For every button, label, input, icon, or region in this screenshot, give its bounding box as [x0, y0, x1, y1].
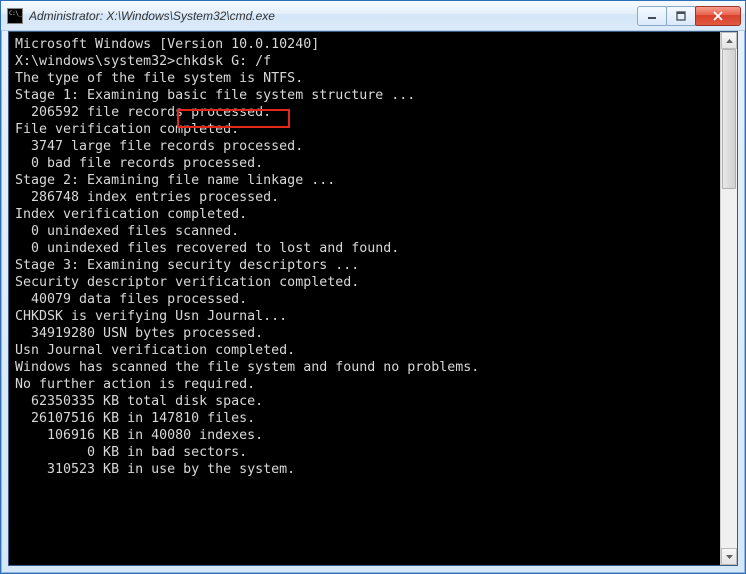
terminal-line: Usn Journal verification completed.: [15, 342, 714, 359]
chevron-up-icon: [726, 39, 733, 43]
title-bar[interactable]: Administrator: X:\Windows\System32\cmd.e…: [1, 1, 745, 31]
terminal-line: 62350335 KB total disk space.: [15, 393, 714, 410]
cmd-icon: [7, 8, 23, 24]
maximize-button[interactable]: [666, 6, 696, 26]
terminal-line: Stage 1: Examining basic file system str…: [15, 87, 714, 104]
scroll-down-button[interactable]: [721, 548, 737, 565]
scrollbar-thumb[interactable]: [722, 49, 736, 189]
terminal-line: 40079 data files processed.: [15, 291, 714, 308]
terminal-line: Stage 2: Examining file name linkage ...: [15, 172, 714, 189]
terminal-line: 26107516 KB in 147810 files.: [15, 410, 714, 427]
terminal-line: 206592 file records processed.: [15, 104, 714, 121]
terminal-output[interactable]: Microsoft Windows [Version 10.0.10240]X:…: [9, 32, 720, 565]
terminal-line: 0 unindexed files scanned.: [15, 223, 714, 240]
vertical-scrollbar[interactable]: [720, 32, 737, 565]
terminal-line: 0 bad file records processed.: [15, 155, 714, 172]
terminal-line: 0 KB in bad sectors.: [15, 444, 714, 461]
window-controls: [638, 6, 741, 26]
terminal-line: Microsoft Windows [Version 10.0.10240]: [15, 36, 714, 53]
terminal-line: No further action is required.: [15, 376, 714, 393]
client-area: Microsoft Windows [Version 10.0.10240]X:…: [8, 31, 738, 566]
minimize-icon: [647, 11, 657, 21]
maximize-icon: [676, 11, 686, 21]
cmd-window: Administrator: X:\Windows\System32\cmd.e…: [0, 0, 746, 574]
terminal-line: 3747 large file records processed.: [15, 138, 714, 155]
terminal-line: X:\windows\system32>chkdsk G: /f: [15, 53, 714, 70]
terminal-line: Index verification completed.: [15, 206, 714, 223]
terminal-line: 106916 KB in 40080 indexes.: [15, 427, 714, 444]
terminal-line: 310523 KB in use by the system.: [15, 461, 714, 478]
terminal-line: 34919280 USN bytes processed.: [15, 325, 714, 342]
terminal-line: 0 unindexed files recovered to lost and …: [15, 240, 714, 257]
terminal-line: File verification completed.: [15, 121, 714, 138]
window-title: Administrator: X:\Windows\System32\cmd.e…: [29, 9, 638, 23]
terminal-line: CHKDSK is verifying Usn Journal...: [15, 308, 714, 325]
close-button[interactable]: [695, 6, 741, 26]
scroll-up-button[interactable]: [721, 32, 737, 49]
terminal-line: Security descriptor verification complet…: [15, 274, 714, 291]
terminal-line: 286748 index entries processed.: [15, 189, 714, 206]
terminal-line: Stage 3: Examining security descriptors …: [15, 257, 714, 274]
chevron-down-icon: [726, 555, 733, 559]
minimize-button[interactable]: [637, 6, 667, 26]
terminal-line: The type of the file system is NTFS.: [15, 70, 714, 87]
terminal-line: Windows has scanned the file system and …: [15, 359, 714, 376]
scrollbar-track[interactable]: [721, 49, 737, 548]
close-icon: [712, 11, 724, 21]
